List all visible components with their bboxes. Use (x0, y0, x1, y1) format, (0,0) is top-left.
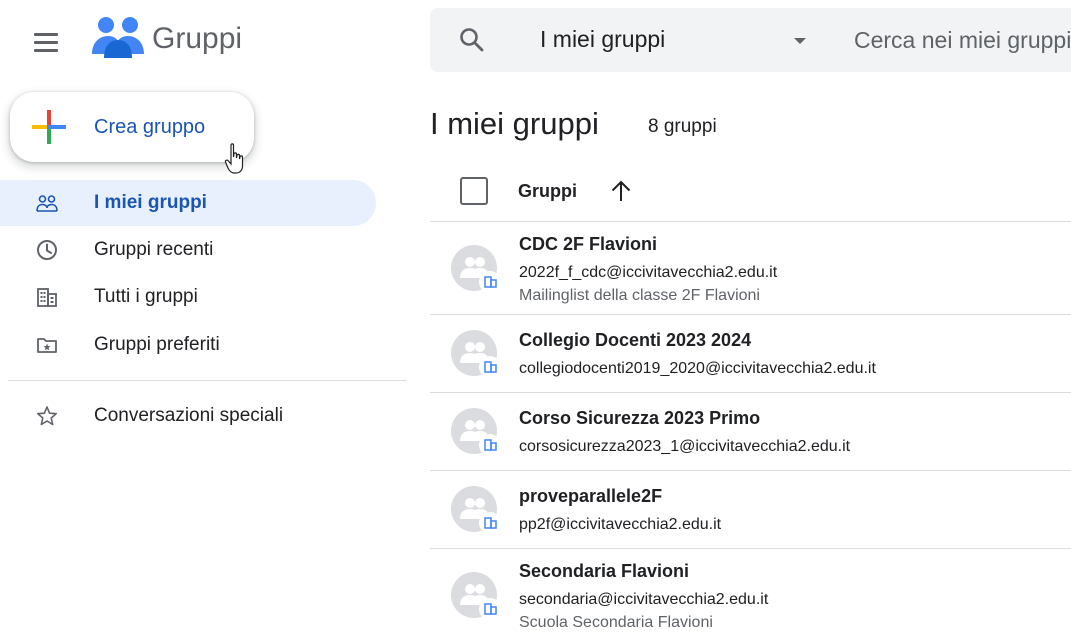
sidebar-item-label: Gruppi preferiti (94, 334, 220, 355)
group-avatar-icon (451, 572, 501, 620)
group-avatar-icon (451, 245, 501, 293)
chevron-down-icon[interactable] (794, 38, 806, 44)
group-name[interactable]: CDC 2F Flavioni (519, 234, 657, 255)
groups-icon (36, 195, 58, 212)
table-row[interactable]: Corso Sicurezza 2023 Primo corsosicurezz… (430, 393, 1071, 471)
clock-icon (37, 240, 57, 260)
group-name[interactable]: Collegio Docenti 2023 2024 (519, 330, 751, 351)
table-row[interactable]: Collegio Docenti 2023 2024 collegiodocen… (430, 315, 1071, 393)
group-description: Mailinglist della classe 2F Flavioni (519, 287, 760, 304)
table-header: Gruppi (430, 170, 1071, 222)
group-email: corsosicurezza2023_1@iccivitavecchia2.ed… (519, 438, 851, 455)
sidebar-item-recent-groups[interactable]: Gruppi recenti (0, 227, 376, 273)
group-description: Scuola Secondaria Flavioni (519, 614, 713, 631)
group-count: 8 gruppi (648, 116, 717, 137)
page-title: I miei gruppi (430, 106, 599, 141)
table-row[interactable]: proveparallele2F pp2f@iccivitavecchia2.e… (430, 471, 1071, 549)
building-icon (37, 288, 57, 307)
menu-bar (34, 32, 58, 36)
group-email: pp2f@iccivitavecchia2.edu.it (519, 516, 722, 533)
select-all-checkbox[interactable] (460, 177, 488, 205)
create-group-button[interactable]: Crea gruppo (10, 92, 254, 162)
arrow-up-icon[interactable] (608, 178, 634, 204)
column-header-groups[interactable]: Gruppi (518, 181, 577, 202)
sidebar-item-label: Conversazioni speciali (94, 405, 284, 426)
sidebar-item-label: Tutti i gruppi (94, 286, 198, 307)
starred-folder-icon (37, 338, 57, 353)
sidebar-item-favorite-groups[interactable]: Gruppi preferiti (0, 322, 376, 368)
search-scope-select[interactable]: I miei gruppi (540, 26, 665, 53)
create-group-label: Crea gruppo (94, 116, 206, 138)
search-bar: I miei gruppi (430, 8, 1071, 72)
group-avatar-icon (451, 486, 501, 534)
group-name[interactable]: Corso Sicurezza 2023 Primo (519, 408, 760, 429)
sidebar-item-label: I miei gruppi (94, 192, 207, 213)
plus-icon (32, 110, 66, 144)
group-name[interactable]: proveparallele2F (519, 486, 662, 507)
search-input[interactable] (854, 22, 1071, 58)
group-email: 2022f_f_cdc@iccivitavecchia2.edu.it (519, 264, 778, 281)
sidebar-item-my-groups[interactable]: I miei gruppi (0, 180, 376, 226)
sidebar-item-all-groups[interactable]: Tutti i gruppi (0, 274, 376, 320)
sidebar-divider (8, 380, 406, 381)
hand-cursor-icon (224, 143, 244, 174)
group-email: secondaria@iccivitavecchia2.edu.it (519, 591, 769, 608)
table-row[interactable]: CDC 2F Flavioni 2022f_f_cdc@iccivitavecc… (430, 222, 1071, 315)
menu-bar (34, 40, 58, 44)
main-menu-button[interactable] (28, 24, 64, 60)
group-avatar-icon (451, 408, 501, 456)
group-avatar-icon (451, 330, 501, 378)
table-row[interactable]: Secondaria Flavioni secondaria@iccivitav… (430, 549, 1071, 635)
group-name[interactable]: Secondaria Flavioni (519, 561, 689, 582)
search-icon[interactable] (458, 26, 486, 54)
sidebar-item-special-conversations[interactable]: Conversazioni speciali (0, 393, 376, 439)
app-title: Gruppi (152, 22, 243, 55)
sidebar-item-label: Gruppi recenti (94, 239, 214, 260)
groups-logo-icon[interactable] (90, 14, 146, 62)
star-icon (37, 406, 57, 426)
group-email: collegiodocenti2019_2020@iccivitavecchia… (519, 360, 876, 377)
menu-bar (34, 48, 58, 52)
